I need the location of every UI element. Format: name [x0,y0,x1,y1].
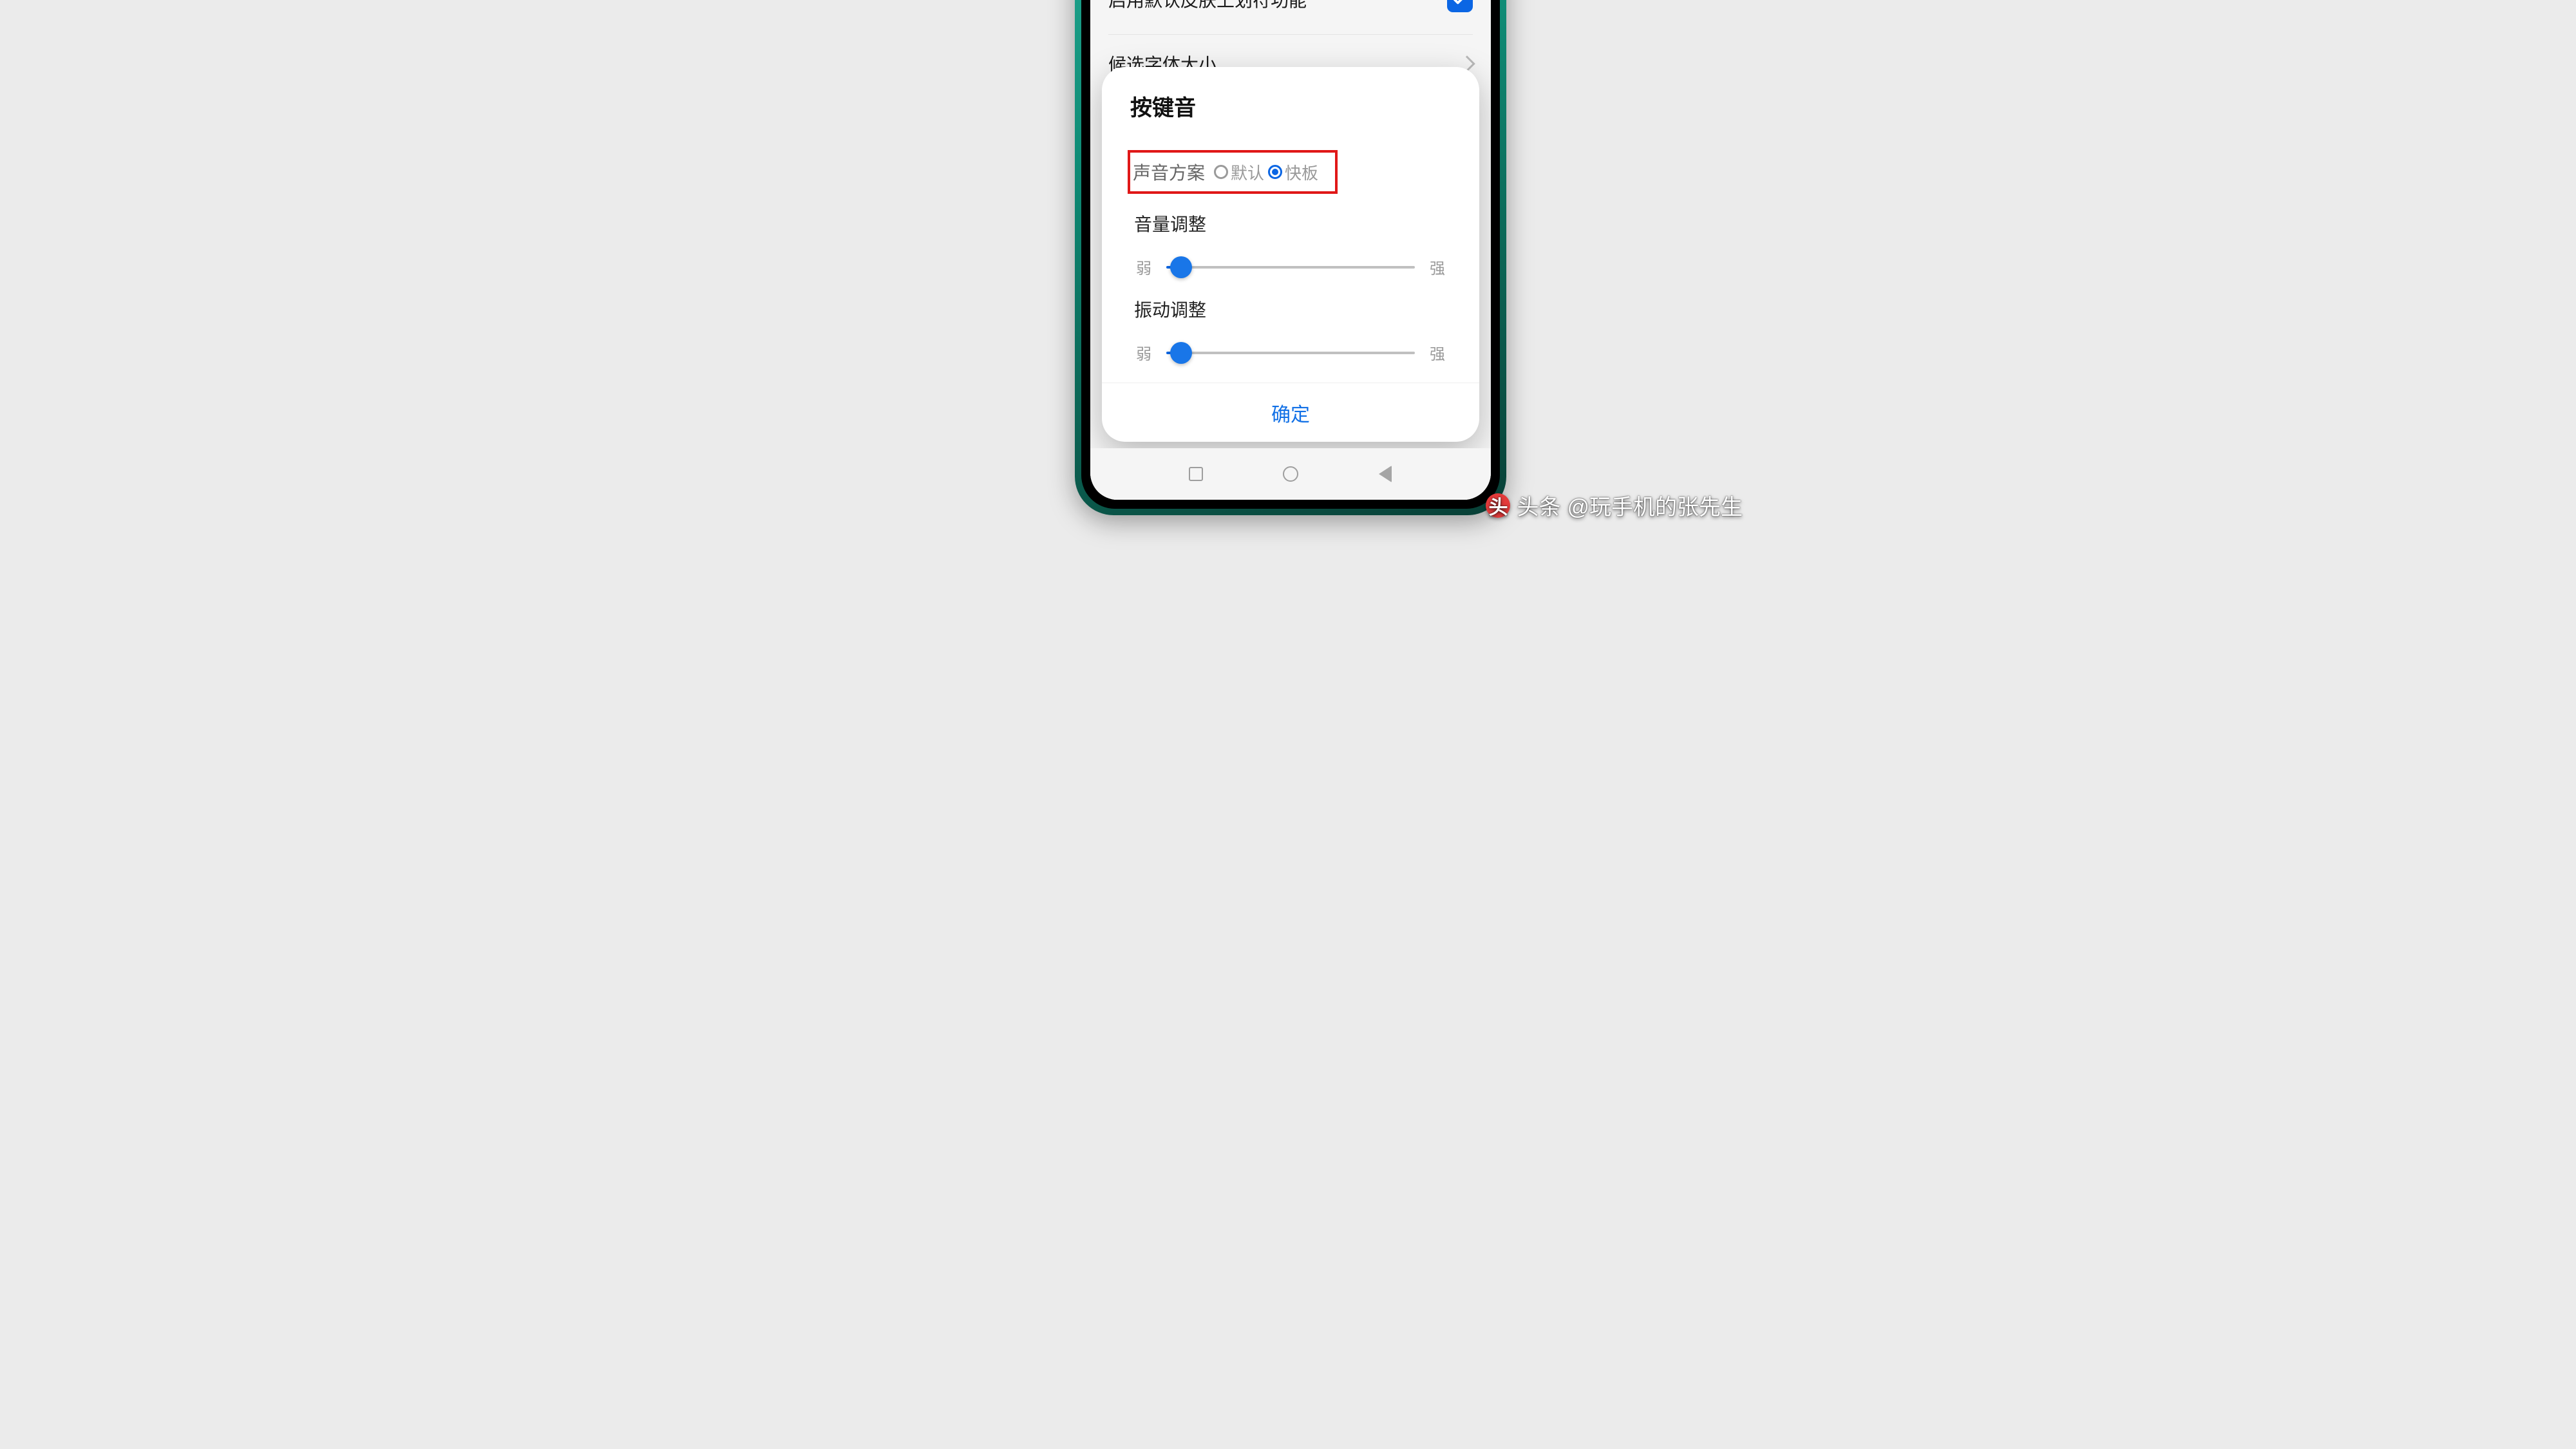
vibration-section: 振动调整 弱 强 [1130,296,1451,364]
watermark-handle: @玩手机的张先生 [1567,489,1743,521]
volume-max-label: 强 [1428,256,1447,278]
volume-slider-row: 弱 强 [1130,256,1451,278]
settings-row-label: 启用默认皮肤上划符功能 [1108,0,1307,12]
radio-icon [1214,165,1228,179]
sound-scheme-label: 声音方案 [1133,159,1205,185]
volume-section: 音量调整 弱 强 [1130,211,1451,278]
dialog-title: 按键音 [1130,90,1451,122]
keypress-sound-dialog: 按键音 声音方案 默认 快板 [1102,67,1479,442]
vibration-max-label: 强 [1428,341,1447,364]
radio-icon [1268,165,1282,179]
dialog-footer: 确定 [1102,383,1479,442]
radio-label: 默认 [1231,160,1264,184]
nav-back-icon[interactable] [1376,465,1394,483]
radio-default[interactable]: 默认 [1214,160,1264,184]
volume-slider-thumb[interactable] [1170,256,1192,278]
phone-frame: 启用默认皮肤上划符功能 候选字体大小 按键音 声音方案 [1075,0,1506,515]
vibration-min-label: 弱 [1134,341,1153,364]
radio-kuaiban[interactable]: 快板 [1268,160,1318,184]
vibration-slider[interactable] [1166,352,1415,354]
nav-home-icon[interactable] [1282,465,1300,483]
sound-scheme-radio-group: 默认 快板 [1214,160,1318,184]
sound-scheme-highlight: 声音方案 默认 快板 [1128,150,1338,194]
android-navbar [1090,448,1491,500]
volume-slider[interactable] [1166,266,1415,269]
volume-title: 音量调整 [1130,211,1451,236]
vibration-title: 振动调整 [1130,296,1451,322]
radio-label: 快板 [1285,160,1318,184]
checkmark-icon [1452,0,1468,8]
nav-recent-icon[interactable] [1187,465,1205,483]
vibration-slider-thumb[interactable] [1170,342,1192,364]
settings-row-swipe-symbol[interactable]: 启用默认皮肤上划符功能 [1108,0,1473,35]
volume-min-label: 弱 [1134,256,1153,278]
confirm-button[interactable]: 确定 [1271,399,1310,427]
stage: 启用默认皮肤上划符功能 候选字体大小 按键音 声音方案 [819,0,1757,527]
watermark-brand: 头条 [1517,489,1560,521]
phone-screen: 启用默认皮肤上划符功能 候选字体大小 按键音 声音方案 [1090,0,1491,500]
checkbox-checked-icon[interactable] [1447,0,1473,12]
phone-inner-frame: 启用默认皮肤上划符功能 候选字体大小 按键音 声音方案 [1081,0,1500,509]
vibration-slider-row: 弱 强 [1130,341,1451,364]
watermark: 头 头条 @玩手机的张先生 [1486,489,1743,521]
watermark-logo-icon: 头 [1486,493,1510,518]
